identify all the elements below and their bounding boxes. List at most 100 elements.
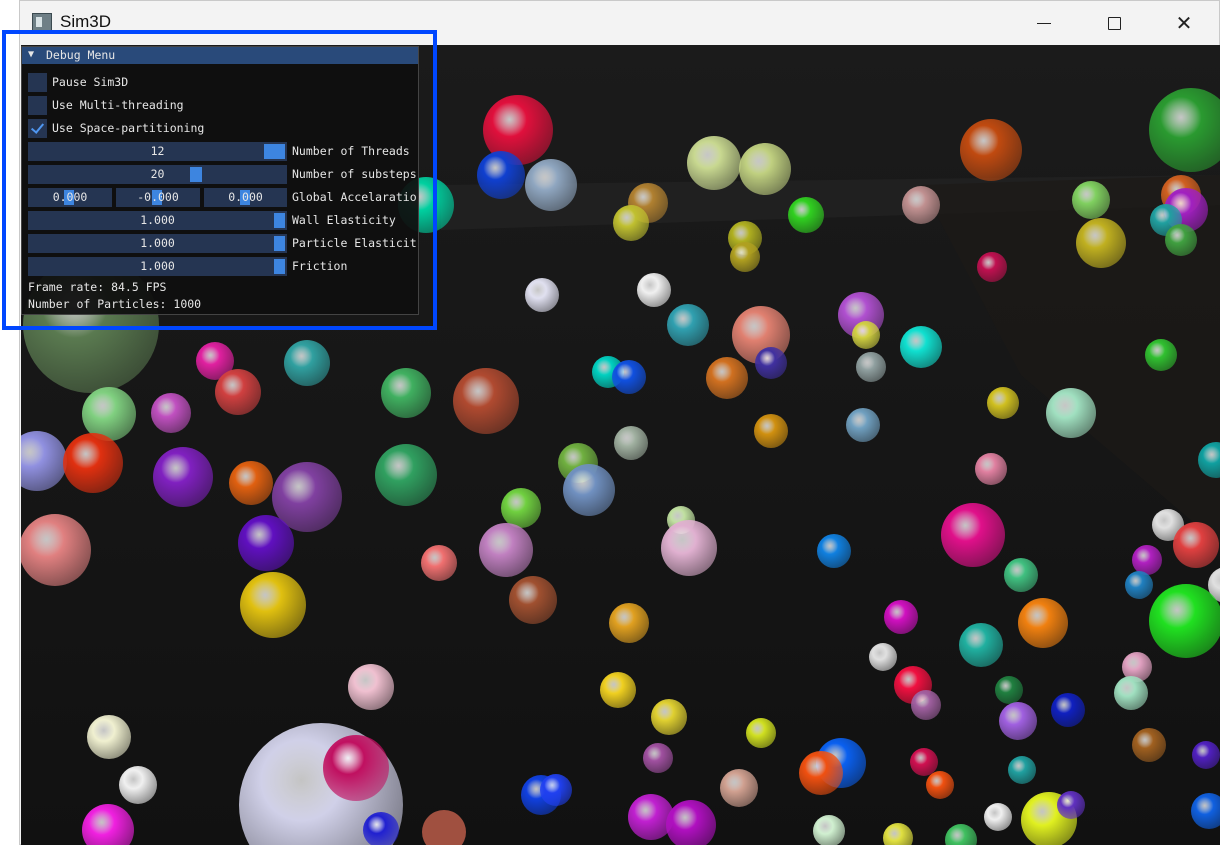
particle-sphere — [323, 735, 389, 801]
particle-sphere — [651, 699, 687, 735]
particle-sphere — [869, 643, 897, 671]
friction-row: 1.000 Friction — [28, 257, 420, 276]
space-partitioning-checkbox[interactable] — [28, 119, 47, 138]
particle-sphere — [846, 408, 880, 442]
friction-slider[interactable]: 1.000 — [28, 257, 287, 276]
particle-sphere — [730, 242, 760, 272]
pause-checkbox[interactable] — [28, 73, 47, 92]
close-icon: ✕ — [1175, 11, 1193, 35]
pause-label: Pause Sim3D — [52, 75, 129, 89]
maximize-icon — [1107, 16, 1121, 30]
particle-sphere — [540, 774, 572, 806]
particle-sphere — [977, 252, 1007, 282]
acceleration-z-slider[interactable]: 0.000 — [204, 188, 287, 207]
particle-sphere — [348, 664, 394, 710]
particle-sphere — [613, 205, 649, 241]
particle-sphere — [1057, 791, 1085, 819]
particle-sphere — [643, 743, 673, 773]
particle-sphere — [884, 600, 918, 634]
particle-sphere — [637, 273, 671, 307]
substeps-row: 20 Number of substeps — [28, 165, 420, 184]
particle-sphere — [525, 278, 559, 312]
particle-sphere — [477, 151, 525, 199]
debug-menu-header[interactable]: ▼ Debug Menu — [22, 47, 418, 64]
multithreading-label: Use Multi-threading — [52, 98, 184, 112]
debug-menu[interactable]: ▼ Debug Menu Pause Sim3D Use Multi-threa… — [21, 46, 419, 315]
app-icon — [32, 13, 52, 31]
particle-sphere — [1125, 571, 1153, 599]
maximize-button[interactable] — [1079, 1, 1149, 45]
friction-value: 1.000 — [140, 259, 175, 273]
particle-sphere — [975, 453, 1007, 485]
multithreading-checkbox[interactable] — [28, 96, 47, 115]
particle-sphere — [788, 197, 824, 233]
substeps-slider[interactable]: 20 — [28, 165, 287, 184]
particle-sphere — [720, 769, 758, 807]
particle-sphere — [817, 534, 851, 568]
space-partitioning-label: Use Space-partitioning — [52, 121, 205, 135]
particle-sphere — [999, 702, 1037, 740]
particle-count-text: Number of Particles: 1000 — [28, 297, 202, 311]
particle-sphere — [661, 520, 717, 576]
particle-sphere — [754, 414, 788, 448]
substeps-label: Number of substeps — [292, 167, 417, 181]
particle-elasticity-value: 1.000 — [140, 236, 175, 250]
threads-row: 12 Number of Threads — [28, 142, 420, 161]
particle-sphere — [667, 304, 709, 346]
title-bar[interactable]: Sim3D ✕ — [20, 1, 1219, 45]
particle-sphere — [1132, 545, 1162, 575]
particle-sphere — [1114, 676, 1148, 710]
particle-sphere — [240, 572, 306, 638]
collapse-arrow-icon[interactable]: ▼ — [28, 49, 34, 60]
minimize-button[interactable] — [1009, 1, 1079, 45]
close-button[interactable]: ✕ — [1149, 1, 1219, 45]
substeps-value: 20 — [150, 167, 165, 181]
threads-value: 12 — [150, 144, 165, 158]
particle-sphere — [479, 523, 533, 577]
particle-sphere — [375, 444, 437, 506]
particle-elasticity-slider[interactable]: 1.000 — [28, 234, 287, 253]
acceleration-z-value: 0.000 — [228, 190, 263, 204]
particle-sphere — [453, 368, 519, 434]
particle-sphere — [119, 766, 157, 804]
particle-sphere — [612, 360, 646, 394]
acceleration-x-slider[interactable]: 0.000 — [28, 188, 112, 207]
wall-elasticity-slider[interactable]: 1.000 — [28, 211, 287, 230]
particle-sphere — [628, 794, 674, 840]
particle-elasticity-label: Particle Elasticit — [292, 236, 417, 250]
particle-sphere — [151, 393, 191, 433]
particle-elasticity-row: 1.000 Particle Elasticit — [28, 234, 420, 253]
particle-sphere — [238, 515, 294, 571]
particle-sphere — [609, 603, 649, 643]
particle-sphere — [900, 326, 942, 368]
particle-sphere — [525, 159, 577, 211]
acceleration-y-value: -0.000 — [137, 190, 179, 204]
particle-sphere — [563, 464, 615, 516]
wall-elasticity-value: 1.000 — [140, 213, 175, 227]
threads-slider[interactable]: 12 — [28, 142, 287, 161]
particle-sphere — [687, 136, 741, 190]
particle-sphere — [960, 119, 1022, 181]
particle-sphere — [995, 676, 1023, 704]
particle-sphere — [381, 368, 431, 418]
particle-sphere — [284, 340, 330, 386]
particle-sphere — [941, 503, 1005, 567]
window-title: Sim3D — [60, 12, 112, 31]
particle-sphere — [706, 357, 748, 399]
particle-sphere — [1165, 224, 1197, 256]
particle-sphere — [82, 387, 136, 441]
particle-sphere — [153, 447, 213, 507]
particle-sphere — [910, 748, 938, 776]
particle-sphere — [1008, 756, 1036, 784]
particle-sphere — [1051, 693, 1085, 727]
particle-sphere — [1072, 181, 1110, 219]
particle-sphere — [911, 690, 941, 720]
particle-sphere — [852, 321, 880, 349]
acceleration-x-value: 0.000 — [52, 190, 88, 204]
acceleration-y-slider[interactable]: -0.000 — [116, 188, 200, 207]
wall-elasticity-label: Wall Elasticity — [292, 213, 396, 227]
particle-sphere — [421, 545, 457, 581]
particle-sphere — [755, 347, 787, 379]
particle-sphere — [1149, 584, 1220, 658]
particle-sphere — [739, 143, 791, 195]
